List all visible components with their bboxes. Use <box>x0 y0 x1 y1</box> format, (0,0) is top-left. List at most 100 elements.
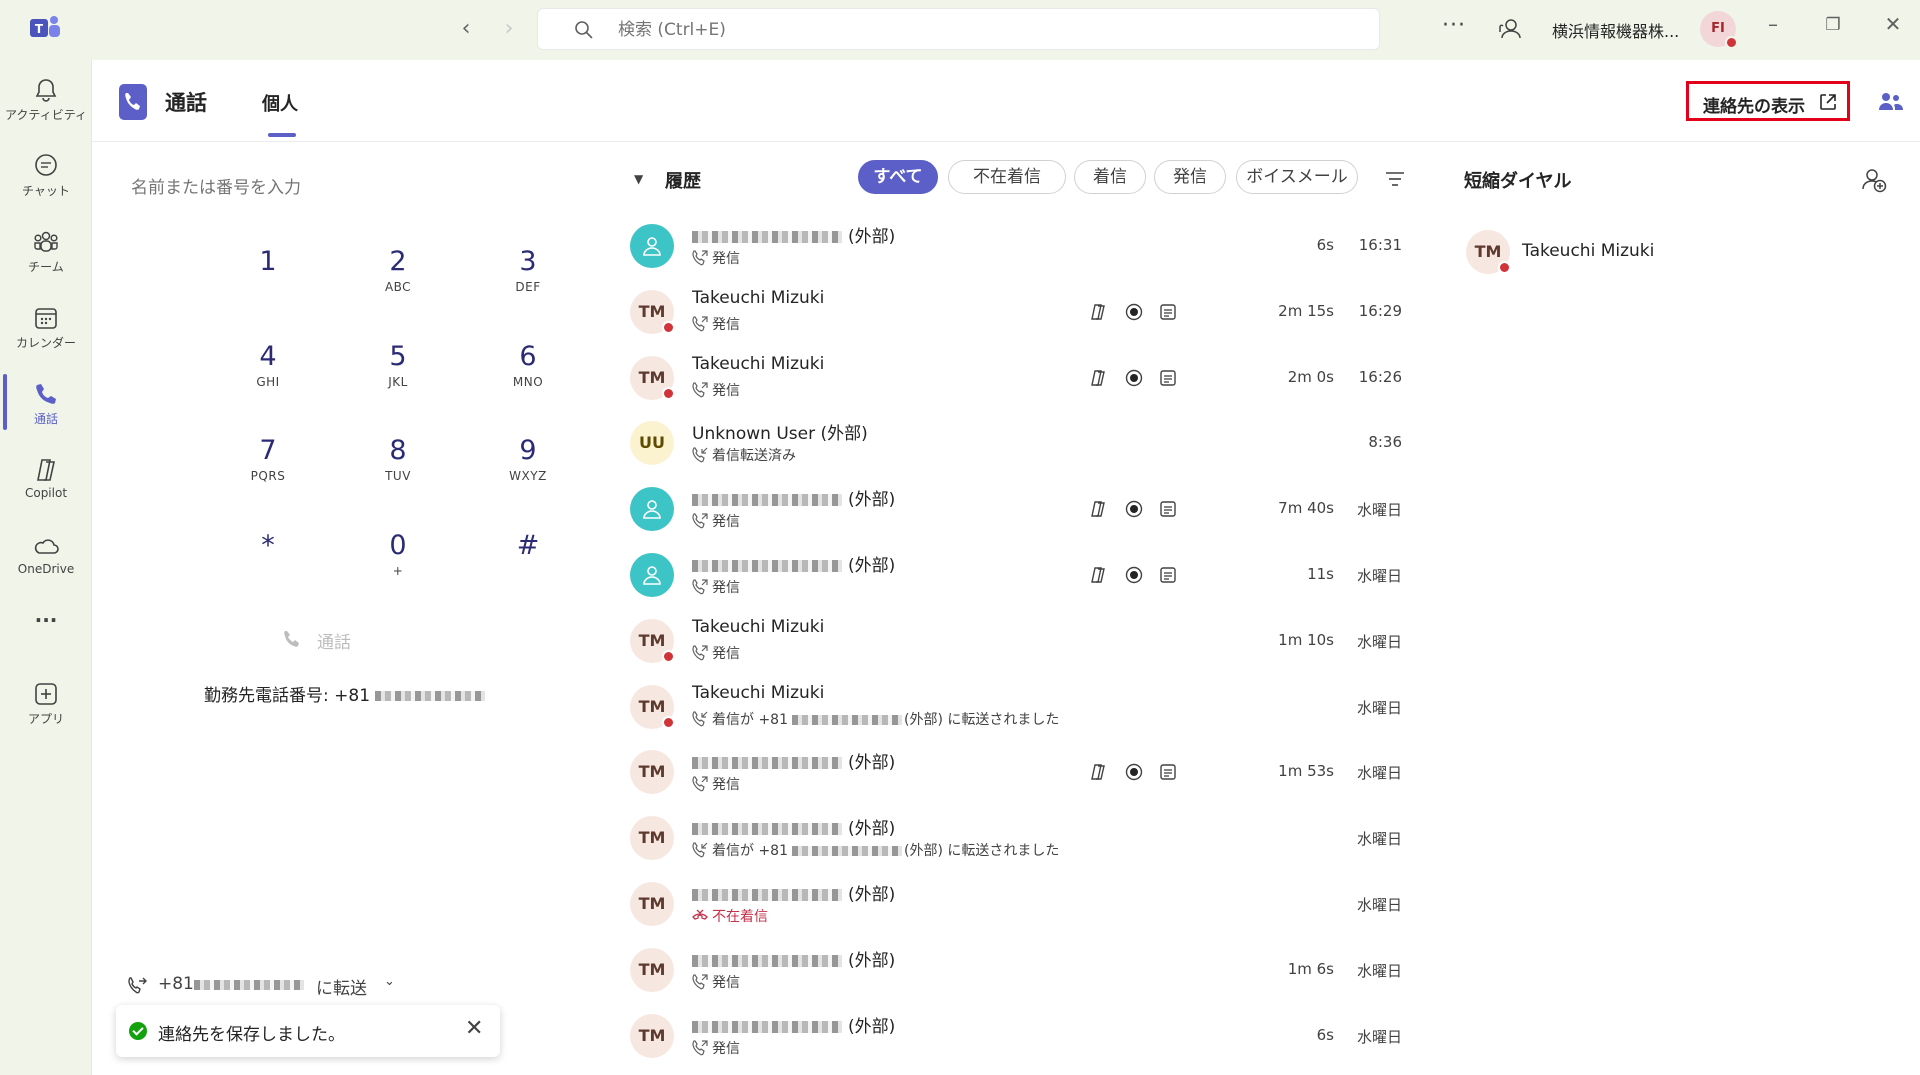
filter-voicemail[interactable]: ボイスメール <box>1236 160 1358 194</box>
dial-key-8[interactable]: 8 TUV <box>348 435 448 505</box>
filter-missed[interactable]: 不在着信 <box>948 160 1066 194</box>
rail-calendar[interactable]: カレンダー <box>0 298 92 368</box>
search-box[interactable] <box>537 8 1380 50</box>
avatar <box>630 487 674 532</box>
history-row[interactable]: TM (外部) 発信 6s 水曜日 <box>604 1004 1420 1068</box>
history-row[interactable]: TM Takeuchi Mizuki 発信 1m 10s 水曜日 <box>604 609 1420 673</box>
transcript-icon[interactable] <box>1158 368 1178 388</box>
toast-close-icon[interactable]: ✕ <box>465 1016 483 1041</box>
back-icon[interactable]: ‹ <box>452 16 480 41</box>
call-type: 着信が +81 (外部) に転送されました <box>692 709 1059 729</box>
history-row[interactable]: TM (外部) 不在着信 水曜日 <box>604 872 1420 936</box>
show-contacts-label: 連絡先の表示 <box>1703 97 1805 117</box>
dial-key-7[interactable]: 7 PQRS <box>218 435 318 505</box>
notification-icon[interactable] <box>1497 16 1523 42</box>
history-row[interactable]: TM Takeuchi Mizuki 着信が +81 (外部) に転送されました 水曜日 <box>604 675 1420 739</box>
copilot-icon[interactable] <box>1088 499 1108 519</box>
avatar: TM <box>630 355 675 400</box>
add-contact-icon[interactable] <box>1861 167 1887 193</box>
bell-icon <box>35 79 57 102</box>
transcript-icon[interactable] <box>1158 565 1178 585</box>
people-icon[interactable] <box>1878 90 1904 114</box>
copilot-icon[interactable] <box>1088 762 1108 782</box>
dial-key-2[interactable]: 2 ABC <box>348 246 448 316</box>
redacted-number <box>792 714 902 725</box>
outgoing-call-icon <box>692 513 708 529</box>
org-name[interactable]: 横浜情報機器株... <box>1552 18 1679 42</box>
call-duration: 7m 40s <box>1278 499 1334 518</box>
teams-logo-icon: T <box>30 16 60 37</box>
history-row[interactable]: (外部) 発信 6s 16:31 <box>604 214 1420 278</box>
rail-chat[interactable]: チャット <box>0 146 92 216</box>
caller-name: Takeuchi Mizuki <box>692 683 824 703</box>
restore-icon[interactable]: ❐ <box>1818 15 1848 35</box>
avatar: TM <box>630 618 675 663</box>
rail-teams-label: チーム <box>28 260 64 274</box>
history-row[interactable]: (外部) 発信 7m 40s 水曜日 <box>604 477 1420 541</box>
caller-name: (外部) <box>692 946 895 971</box>
dial-key-4[interactable]: 4 GHI <box>218 341 318 411</box>
call-duration: 2m 0s <box>1287 367 1334 386</box>
call-time: 水曜日 <box>1356 501 1402 520</box>
transcript-icon[interactable] <box>1158 762 1178 782</box>
caller-name-text: (外部) <box>848 950 896 971</box>
copilot-icon[interactable] <box>1088 302 1108 322</box>
search-input[interactable] <box>618 15 1318 45</box>
history-row[interactable]: TM (外部) 発信 1m 53s 水曜日 <box>604 740 1420 804</box>
more-options-icon[interactable]: ··· <box>1442 13 1466 38</box>
filter-icon[interactable] <box>1384 170 1406 188</box>
forward-icon[interactable]: › <box>495 16 523 41</box>
search-icon <box>575 21 593 39</box>
recording-icon[interactable] <box>1124 368 1144 388</box>
recording-icon[interactable] <box>1124 302 1144 322</box>
call-button[interactable]: 通話 <box>284 628 351 653</box>
rail-apps[interactable]: アプリ <box>0 674 92 744</box>
filter-outgoing[interactable]: 発信 <box>1154 160 1226 194</box>
dial-key-5[interactable]: 5 JKL <box>348 341 448 411</box>
show-contacts-button[interactable]: 連絡先の表示 <box>1686 81 1850 121</box>
rail-teams[interactable]: チーム <box>0 222 92 292</box>
history-row[interactable]: TM (外部) 発信 1m 6s 水曜日 <box>604 938 1420 1002</box>
dial-key-3[interactable]: 3 DEF <box>478 246 578 316</box>
missed-call-icon <box>692 909 708 920</box>
dial-key-9[interactable]: 9 WXYZ <box>478 435 578 505</box>
transcript-icon[interactable] <box>1158 302 1178 322</box>
recording-icon[interactable] <box>1124 762 1144 782</box>
copilot-icon <box>37 459 55 481</box>
call-type: 発信 <box>692 577 740 597</box>
dial-key-hash[interactable]: # <box>478 530 578 600</box>
redacted-number <box>692 1020 842 1033</box>
history-row[interactable]: UU Unknown User (外部) 着信転送済み 8:36 <box>604 411 1420 475</box>
dial-key-1[interactable]: 1 <box>218 246 318 316</box>
history-row[interactable]: (外部) 発信 11s 水曜日 <box>604 543 1420 607</box>
dial-key-0[interactable]: 0 + <box>348 530 448 600</box>
filter-all[interactable]: すべて <box>858 160 938 194</box>
history-row[interactable]: TM (外部) 着信が +81 (外部) に転送されました 水曜日 <box>604 806 1420 870</box>
recording-icon[interactable] <box>1124 499 1144 519</box>
copilot-icon[interactable] <box>1088 565 1108 585</box>
rail-activity[interactable]: アクティビティ <box>0 70 92 140</box>
rail-calls[interactable]: 通話 <box>0 374 92 444</box>
collapse-triangle-icon[interactable]: ▼ <box>634 172 643 186</box>
rail-onedrive[interactable]: OneDrive <box>0 526 92 596</box>
transcript-icon[interactable] <box>1158 499 1178 519</box>
user-avatar[interactable]: FI <box>1700 11 1738 49</box>
rail-copilot[interactable]: Copilot <box>0 450 92 520</box>
dial-key-6[interactable]: 6 MNO <box>478 341 578 411</box>
call-time: 水曜日 <box>1356 1027 1402 1046</box>
recording-icon[interactable] <box>1124 565 1144 585</box>
history-row[interactable]: TM Takeuchi Mizuki 発信 2m 0s 16:26 <box>604 346 1420 410</box>
call-type: 発信 <box>692 774 740 794</box>
rail-more[interactable]: ··· <box>0 608 92 678</box>
close-icon[interactable]: ✕ <box>1878 12 1908 36</box>
dial-input[interactable] <box>131 178 551 198</box>
history-row[interactable]: TM Takeuchi Mizuki 発信 2m 15s 16:29 <box>604 280 1420 344</box>
dial-key-star[interactable]: * <box>218 530 318 600</box>
redacted-number <box>692 889 842 901</box>
tab-personal[interactable]: 個人 <box>262 90 298 116</box>
filter-incoming[interactable]: 着信 <box>1074 160 1146 194</box>
minimize-icon[interactable]: – <box>1758 12 1788 36</box>
speed-dial-contact[interactable]: TM Takeuchi Mizuki <box>1466 230 1866 274</box>
avatar <box>630 553 674 597</box>
copilot-icon[interactable] <box>1088 368 1108 388</box>
